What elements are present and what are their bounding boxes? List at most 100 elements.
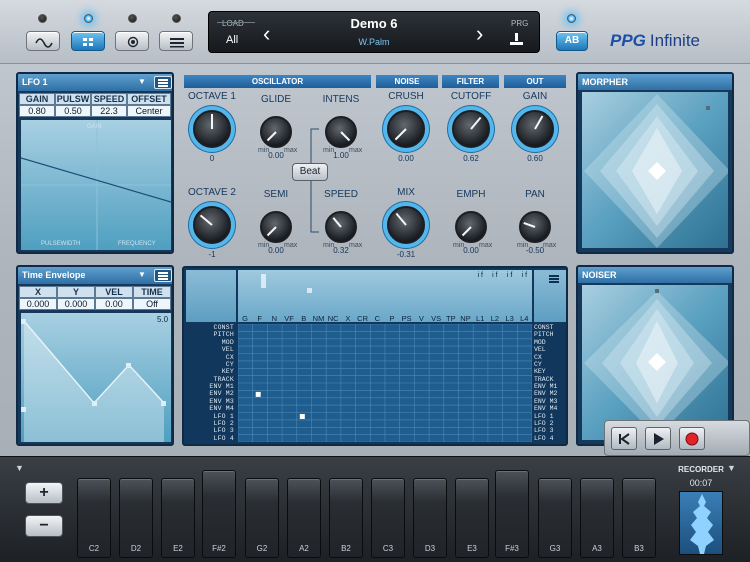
knob-mix[interactable] <box>387 206 425 244</box>
knob-label: GAIN <box>522 91 548 102</box>
section-filter: FILTER <box>442 75 499 88</box>
piano-key-fs2[interactable]: F#2 <box>202 470 236 558</box>
knob-emph[interactable] <box>455 211 487 243</box>
param-value[interactable]: 22.3 <box>91 105 127 117</box>
knob-semi[interactable] <box>260 211 292 243</box>
matrix-grid[interactable] <box>237 323 533 443</box>
piano-key-a3[interactable]: A3 <box>580 478 614 558</box>
matrix-row-label: LFO 3 <box>213 427 234 435</box>
lfo-param-table: GAIN PULSW SPEED OFFSET 0.80 0.50 22.3 Center <box>19 93 171 117</box>
matrix-column-header: P <box>389 314 395 323</box>
octave-down-button[interactable]: − <box>25 515 63 537</box>
recorder-waveform[interactable] <box>679 491 723 555</box>
knob-indicator <box>394 128 407 141</box>
knob-cutoff[interactable] <box>452 110 490 148</box>
piano-key-d2[interactable]: D2 <box>119 478 153 558</box>
matrix-column-slider[interactable] <box>261 274 266 288</box>
beat-button[interactable]: Beat <box>292 163 328 181</box>
morpher-pad[interactable] <box>582 92 728 248</box>
piano-key-e3[interactable]: E3 <box>455 478 489 558</box>
piano-key-b3[interactable]: B3 <box>622 478 656 558</box>
matrix-row-label-right: ENV M2 <box>534 390 558 398</box>
save-program-icon[interactable] <box>507 32 527 48</box>
matrix-menu-icon[interactable] <box>546 274 564 287</box>
knob-glide[interactable] <box>260 116 292 148</box>
matrix-if-toggle[interactable]: i f <box>489 272 501 279</box>
matrix-if-toggle[interactable]: i f <box>474 272 486 279</box>
matrix-if-toggle[interactable]: i f <box>504 272 516 279</box>
param-value[interactable]: 0.000 <box>57 298 95 310</box>
knob-speed[interactable] <box>325 211 357 243</box>
knob-gain[interactable] <box>516 110 554 148</box>
piano-key-d3[interactable]: D3 <box>413 478 447 558</box>
lfo-menu-icon[interactable] <box>154 76 172 89</box>
envelope-title[interactable]: Time Envelope <box>22 270 85 280</box>
matrix-column-header: CR <box>357 314 369 323</box>
section-out: OUT <box>504 75 566 88</box>
noiser-pad[interactable] <box>582 285 728 440</box>
ab-compare-button[interactable]: AB <box>556 31 588 51</box>
lfo-graph-left-label: PULSEWIDTH <box>41 241 81 247</box>
matrix-row-label-right: VEL <box>534 346 546 354</box>
matrix-column-header: L2 <box>490 314 500 323</box>
piano-key-fs3[interactable]: F#3 <box>495 470 529 558</box>
lfo-graph[interactable]: GAIN PULSEWIDTH FREQUENCY <box>21 120 171 250</box>
param-value[interactable]: Off <box>133 298 171 310</box>
matrix-row-label: LFO 4 <box>213 434 234 442</box>
envelope-menu-icon[interactable] <box>154 269 172 282</box>
piano-key-c2[interactable]: C2 <box>77 478 111 558</box>
record-button[interactable] <box>679 427 705 450</box>
matrix-row-label-right: CX <box>534 353 542 361</box>
piano-key-g2[interactable]: G2 <box>245 478 279 558</box>
matrix-row-label: ENV M2 <box>209 390 234 398</box>
lfo-title[interactable]: LFO 1 <box>22 77 48 87</box>
matrix-column-area <box>238 270 532 322</box>
param-value[interactable]: 0.80 <box>19 105 55 117</box>
matrix-column-header: NC <box>327 314 339 323</box>
piano-key-a2[interactable]: A2 <box>287 478 321 558</box>
piano-key-b2[interactable]: B2 <box>329 478 363 558</box>
rewind-icon <box>619 433 630 445</box>
param-value[interactable]: 0.00 <box>95 298 133 310</box>
knob-crush[interactable] <box>387 110 425 148</box>
prg-label: PRG <box>511 19 529 28</box>
list-view-button[interactable] <box>159 31 193 51</box>
matrix-if-toggle[interactable]: i f <box>518 272 530 279</box>
envelope-graph[interactable]: 5.0 <box>21 313 171 442</box>
preset-name[interactable]: Demo 6 <box>309 16 439 31</box>
matrix-column-slider-2[interactable] <box>307 288 312 293</box>
record-view-button[interactable] <box>115 31 149 51</box>
knob-intens[interactable] <box>325 116 357 148</box>
param-value[interactable]: Center <box>127 105 171 117</box>
envelope-dropdown-chevron-icon[interactable]: ▼ <box>138 270 146 279</box>
piano-key-c3[interactable]: C3 <box>371 478 405 558</box>
lfo-dropdown-chevron-icon[interactable]: ▼ <box>138 77 146 86</box>
rewind-button[interactable] <box>611 427 637 450</box>
knob-octave-2[interactable] <box>193 206 231 244</box>
wave-view-button[interactable] <box>26 31 60 51</box>
matrix-grid-lines <box>237 323 533 443</box>
piano-key-g3[interactable]: G3 <box>538 478 572 558</box>
next-preset-arrow[interactable]: › <box>476 21 483 47</box>
lfo-graph-right-label: FREQUENCY <box>118 241 156 247</box>
matrix-view-button[interactable] <box>71 31 105 51</box>
knob-pan[interactable] <box>519 211 551 243</box>
section-oscillator: OSCILLATOR <box>184 75 371 88</box>
matrix-row-label-right: CONST <box>534 324 554 331</box>
octave-up-button[interactable]: + <box>25 482 63 504</box>
param-value[interactable]: 0.000 <box>19 298 57 310</box>
piano-key-label: G3 <box>549 544 561 553</box>
matrix-column-header: L4 <box>520 314 529 323</box>
param-value[interactable]: 0.50 <box>55 105 91 117</box>
piano-key-e2[interactable]: E2 <box>161 478 195 558</box>
knob-indicator <box>340 131 351 142</box>
keyboard-collapse-left-icon[interactable]: ▼ <box>15 463 24 473</box>
knob-octave-1[interactable] <box>193 110 231 148</box>
play-button[interactable] <box>645 427 671 450</box>
load-bank-select[interactable]: All <box>226 34 238 46</box>
matrix-row-label-right: ENV M4 <box>534 405 558 413</box>
param-header: GAIN <box>19 93 55 105</box>
modulation-matrix: G F N VF B NM NC X CR C P PS V VS TP NP L1 L2 L3 L4 i fi fi … <box>182 266 568 446</box>
matrix-row-label-right: CY <box>534 360 542 368</box>
prev-preset-arrow[interactable]: ‹ <box>263 21 270 47</box>
